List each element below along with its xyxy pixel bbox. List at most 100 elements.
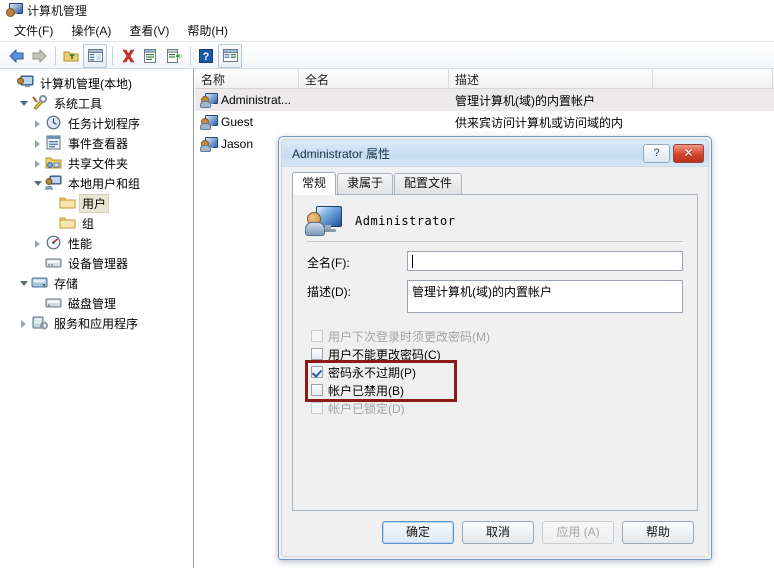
properties-icon[interactable] bbox=[140, 45, 162, 67]
services-icon bbox=[31, 315, 48, 331]
chevron-down-icon[interactable] bbox=[18, 277, 31, 290]
help-icon[interactable]: ? bbox=[195, 45, 217, 67]
menu-action[interactable]: 操作(A) bbox=[63, 20, 121, 42]
dialog-button-3[interactable]: 帮助 bbox=[622, 521, 694, 544]
user-icon bbox=[200, 114, 218, 130]
tree-item-11[interactable]: 磁盘管理 bbox=[4, 293, 193, 313]
tree-item-10[interactable]: 存储 bbox=[4, 273, 193, 293]
menu-view[interactable]: 查看(V) bbox=[121, 20, 179, 42]
close-icon[interactable]: ✕ bbox=[673, 143, 704, 163]
checkbox-3[interactable] bbox=[311, 384, 323, 396]
fullname-input[interactable] bbox=[407, 251, 683, 271]
tools-icon bbox=[31, 94, 48, 111]
tree-item-1[interactable]: 系统工具 bbox=[4, 93, 193, 113]
tree-item-8[interactable]: 性能 bbox=[4, 233, 193, 253]
chevron-right-icon[interactable] bbox=[32, 117, 45, 130]
help-button[interactable]: ? bbox=[643, 143, 670, 163]
delete-icon[interactable] bbox=[117, 45, 139, 67]
tree-item-0[interactable]: 计算机管理(本地) bbox=[4, 73, 193, 93]
up-folder-icon[interactable] bbox=[60, 45, 82, 67]
chevron-right-icon[interactable] bbox=[32, 237, 45, 250]
folder-icon bbox=[59, 195, 76, 211]
computer-icon bbox=[17, 75, 34, 91]
tree-item-4[interactable]: 共享文件夹 bbox=[4, 153, 193, 173]
console-tree-pane[interactable]: 计算机管理(本地) 系统工具 任务计划程序事件查看器共享文件夹本地用户和组用户组性能… bbox=[0, 69, 194, 568]
description-label: 描述(D): bbox=[307, 285, 351, 299]
menu-file[interactable]: 文件(F) bbox=[6, 20, 63, 42]
svg-text:?: ? bbox=[203, 51, 210, 63]
account-name-label: Administrator bbox=[355, 214, 456, 228]
show-hide-console-tree-icon[interactable] bbox=[83, 43, 107, 68]
list-view-icon[interactable] bbox=[218, 43, 242, 68]
checkbox-row-3[interactable]: 帐户已禁用(B) bbox=[311, 381, 697, 399]
checkbox-row-2[interactable]: 密码永不过期(P) bbox=[311, 363, 697, 381]
chevron-right-icon[interactable] bbox=[18, 317, 31, 330]
tree-item-2[interactable]: 任务计划程序 bbox=[4, 113, 193, 133]
tree-item-label: 组 bbox=[82, 216, 95, 231]
checkbox-label: 帐户已禁用(B) bbox=[328, 383, 404, 398]
back-icon[interactable] bbox=[5, 45, 27, 67]
column-header-1[interactable]: 全名 bbox=[299, 69, 449, 88]
dialog-tabs: 常规 隶属于 配置文件 bbox=[282, 172, 708, 195]
clock-icon bbox=[45, 115, 62, 131]
fullname-label: 全名(F): bbox=[307, 256, 350, 270]
cell-description: 供来宾访问计算机或访问域的内 bbox=[455, 115, 624, 130]
tree-item-label: 本地用户和组 bbox=[68, 176, 141, 191]
user-icon bbox=[200, 136, 218, 152]
column-header-2[interactable]: 描述 bbox=[449, 69, 653, 88]
device-manager-icon bbox=[45, 255, 62, 271]
tree-item-label: 磁盘管理 bbox=[68, 296, 117, 311]
shared-folder-icon bbox=[45, 155, 62, 171]
tree-item-3[interactable]: 事件查看器 bbox=[4, 133, 193, 153]
dialog-title-bar[interactable]: Administrator 属性 ? ✕ bbox=[282, 140, 708, 167]
performance-icon bbox=[45, 235, 62, 251]
user-name-text: Guest bbox=[221, 115, 254, 129]
chevron-right-icon[interactable] bbox=[32, 137, 45, 150]
tree-item-9[interactable]: 设备管理器 bbox=[4, 253, 193, 273]
dialog-button-2: 应用 (A) bbox=[542, 521, 614, 544]
export-list-icon[interactable] bbox=[163, 45, 185, 67]
menu-help[interactable]: 帮助(H) bbox=[179, 20, 238, 42]
storage-icon bbox=[31, 275, 48, 291]
toolbar-separator bbox=[190, 46, 191, 65]
tree-item-6[interactable]: 用户 bbox=[4, 193, 193, 213]
checkbox-2[interactable] bbox=[311, 366, 323, 378]
console-tree: 计算机管理(本地) 系统工具 任务计划程序事件查看器共享文件夹本地用户和组用户组性能… bbox=[0, 69, 193, 333]
dialog-button-1[interactable]: 取消 bbox=[462, 521, 534, 544]
checkbox-row-0: 用户下次登录时须更改密码(M) bbox=[311, 327, 697, 345]
menu-bar: 文件(F) 操作(A) 查看(V) 帮助(H) bbox=[0, 21, 774, 42]
chevron-right-icon[interactable] bbox=[32, 157, 45, 170]
tree-item-label: 存储 bbox=[54, 276, 79, 291]
tree-item-5[interactable]: 本地用户和组 bbox=[4, 173, 193, 193]
table-row[interactable]: Administrat... 管理计算机(域)的内置帐户 bbox=[195, 89, 774, 111]
checkbox-label: 帐户已锁定(D) bbox=[328, 401, 405, 416]
administrator-properties-dialog[interactable]: Administrator 属性 ? ✕ 常规 隶属于 配置文件 Administr… bbox=[278, 136, 712, 560]
forward-icon[interactable] bbox=[28, 45, 50, 67]
tab-2[interactable]: 配置文件 bbox=[394, 173, 463, 194]
column-header-3[interactable] bbox=[653, 69, 773, 88]
window-title-bar: 计算机管理 bbox=[0, 0, 774, 20]
tree-item-label: 用户 bbox=[79, 193, 110, 213]
dialog-button-row: 确定 取消 应用 (A) 帮助 bbox=[282, 521, 708, 544]
tab-0[interactable]: 常规 bbox=[292, 172, 337, 195]
tree-item-label: 共享文件夹 bbox=[68, 156, 129, 171]
toolbar-separator bbox=[55, 46, 56, 65]
dialog-button-0[interactable]: 确定 bbox=[382, 521, 454, 544]
checkbox-1[interactable] bbox=[311, 348, 323, 360]
checkbox-row-1[interactable]: 用户不能更改密码(C) bbox=[311, 345, 697, 363]
tree-item-label: 性能 bbox=[68, 236, 93, 251]
chevron-down-icon[interactable] bbox=[18, 97, 31, 110]
chevron-down-icon[interactable] bbox=[32, 177, 45, 190]
user-icon bbox=[200, 92, 218, 108]
tree-item-12[interactable]: 服务和应用程序 bbox=[4, 313, 193, 333]
description-input[interactable]: 管理计算机(域)的内置帐户 bbox=[407, 280, 683, 313]
table-row[interactable]: Guest 供来宾访问计算机或访问域的内 bbox=[195, 111, 774, 133]
tree-item-label: 事件查看器 bbox=[68, 136, 129, 151]
column-header-0[interactable]: 名称 bbox=[195, 69, 299, 88]
tree-item-7[interactable]: 组 bbox=[4, 213, 193, 233]
cell-name: Guest bbox=[195, 114, 299, 130]
checkbox-4 bbox=[311, 402, 323, 414]
tab-1[interactable]: 隶属于 bbox=[337, 173, 394, 194]
